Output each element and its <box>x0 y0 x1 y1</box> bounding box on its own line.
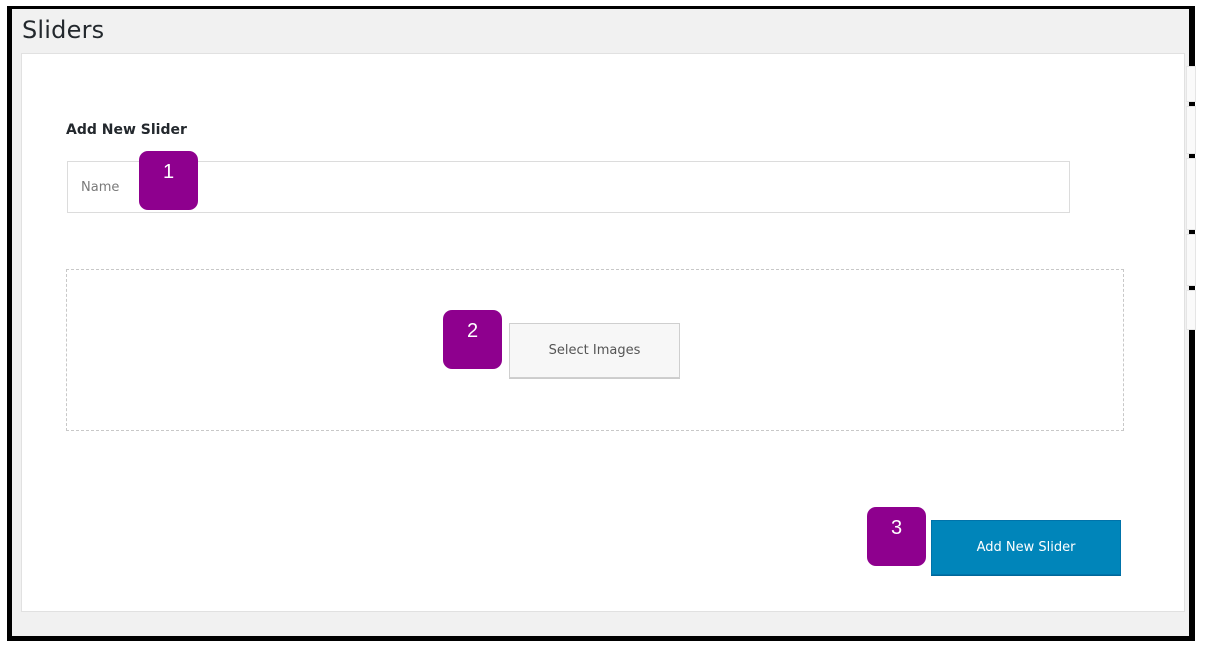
step-badge-1: 1 <box>139 151 198 210</box>
add-new-slider-button[interactable]: Add New Slider <box>931 520 1121 575</box>
side-tab <box>1186 106 1196 154</box>
select-images-label: Select Images <box>548 343 641 358</box>
side-tab <box>1186 234 1196 286</box>
select-images-button[interactable]: Select Images <box>509 323 680 378</box>
section-heading: Add New Slider <box>66 122 187 138</box>
step-badge-3: 3 <box>867 507 926 566</box>
side-tab <box>1186 66 1196 102</box>
side-tab <box>1186 158 1196 230</box>
slider-name-input[interactable] <box>67 161 1070 213</box>
add-slider-panel: Add New Slider Select Images Add New Sli… <box>21 53 1196 612</box>
page-title: Sliders <box>22 16 105 44</box>
side-tab <box>1186 290 1196 330</box>
add-new-slider-label: Add New Slider <box>976 540 1076 555</box>
step-badge-2: 2 <box>443 310 502 369</box>
